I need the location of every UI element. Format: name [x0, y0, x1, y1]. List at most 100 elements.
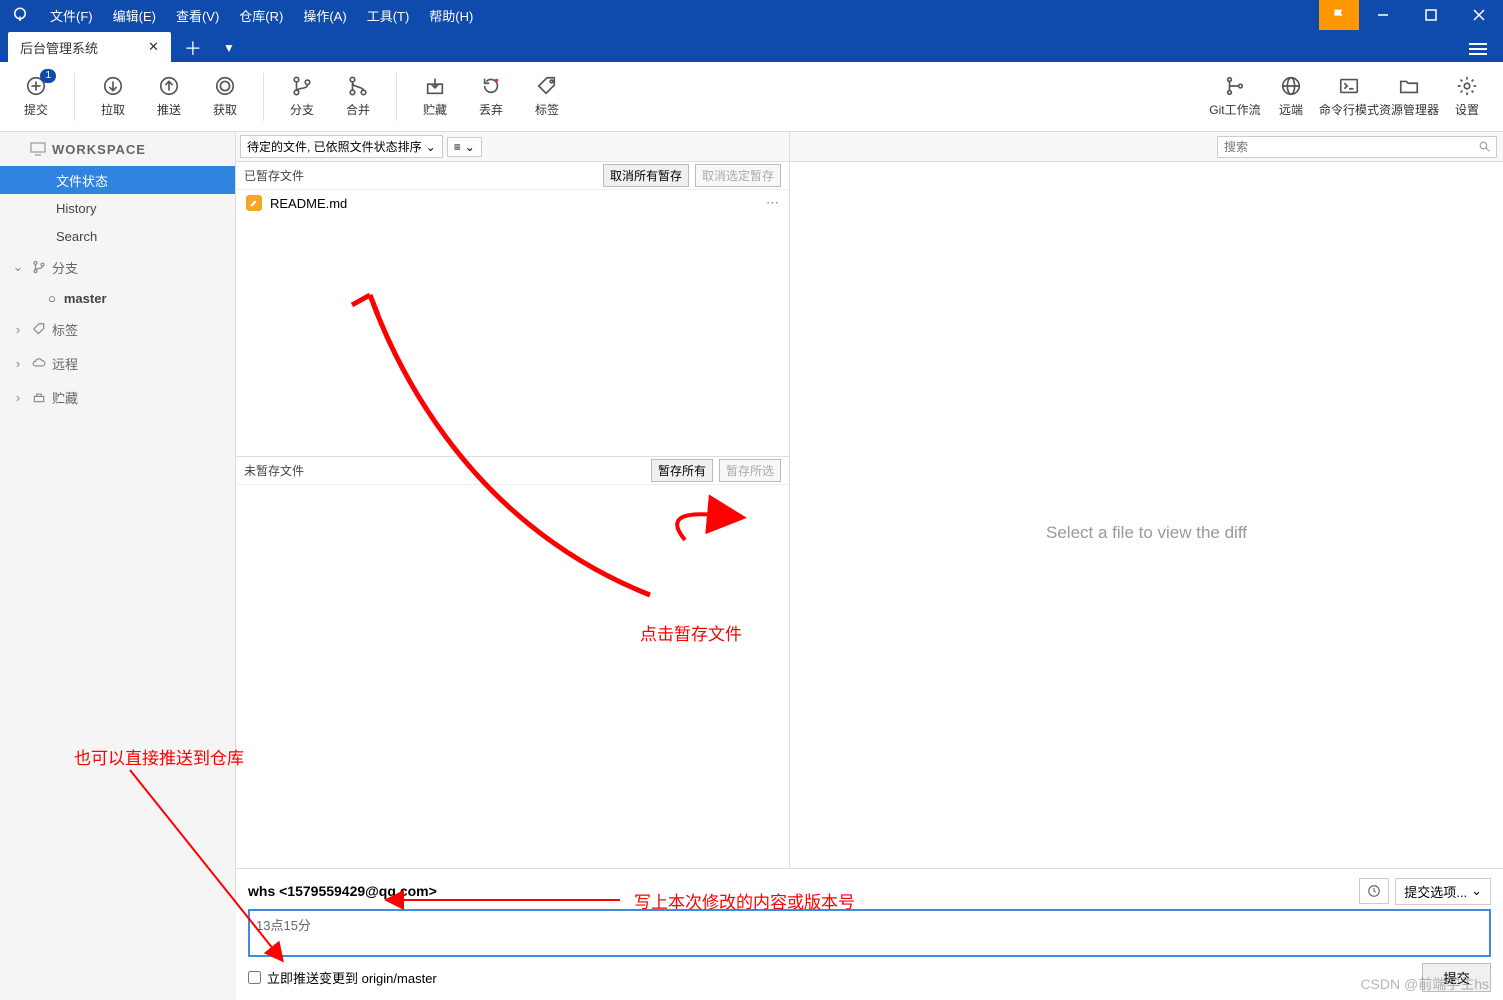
commit-badge: 1: [40, 69, 56, 83]
menu-actions[interactable]: 操作(A): [293, 6, 356, 25]
tab-title: 后台管理系统: [20, 38, 98, 57]
tag-button[interactable]: 标签: [519, 67, 575, 127]
explorer-icon: [1398, 75, 1420, 97]
diff-placeholder: Select a file to view the diff: [790, 162, 1503, 904]
sidebar-search[interactable]: Search: [0, 222, 235, 250]
stash-button[interactable]: 贮藏: [407, 67, 463, 127]
toolbar: 1 提交 拉取 推送 获取 分支 合并 贮藏 丢弃 标签 Git工作流: [0, 62, 1503, 132]
fetch-icon: [214, 75, 236, 97]
commit-author: whs <1579559429@qq.com>: [248, 883, 437, 899]
flag-icon[interactable]: [1319, 0, 1359, 30]
view-mode-combo[interactable]: ≡⌄: [447, 137, 482, 157]
clock-icon: [1367, 884, 1381, 898]
fetch-button[interactable]: 获取: [197, 67, 253, 127]
search-input[interactable]: [1217, 136, 1497, 158]
search-icon: [1478, 140, 1491, 153]
filter-bar: 待定的文件, 已依照文件状态排序⌄ ≡⌄: [236, 132, 789, 162]
menu-repo[interactable]: 仓库(R): [229, 6, 293, 25]
remote-button[interactable]: 远端: [1263, 67, 1319, 127]
push-icon: [158, 75, 180, 97]
list-icon: ≡: [454, 140, 461, 154]
staged-file-list: README.md ⋯: [236, 190, 789, 456]
chevron-down-icon: ⌄: [465, 140, 475, 154]
branch-button[interactable]: 分支: [274, 67, 330, 127]
commit-options-button[interactable]: 提交选项...⌄: [1395, 878, 1491, 905]
maximize-button[interactable]: [1407, 0, 1455, 30]
unstaged-header: 未暂存文件 暂存所有 暂存所选: [236, 457, 789, 485]
add-tab-button[interactable]: ＋: [179, 34, 207, 62]
terminal-button[interactable]: 命令行模式: [1319, 67, 1379, 127]
unstage-selected-button: 取消选定暂存: [695, 164, 781, 187]
commit-area: whs <1579559429@qq.com> 提交选项...⌄ 13点15分 …: [236, 868, 1503, 1000]
terminal-icon: [1338, 75, 1360, 97]
tabbar: 后台管理系统 ✕ ＋ ▼: [0, 30, 1503, 62]
merge-icon: [347, 75, 369, 97]
staged-file-row[interactable]: README.md ⋯: [236, 190, 789, 216]
gitflow-button[interactable]: Git工作流: [1207, 67, 1263, 127]
repo-tab[interactable]: 后台管理系统 ✕: [8, 32, 171, 62]
discard-icon: [480, 75, 502, 97]
push-checkbox[interactable]: [248, 971, 261, 984]
sidebar: WORKSPACE 文件状态 History Search ⌄ 分支 ○ mas…: [0, 132, 236, 904]
merge-button[interactable]: 合并: [330, 67, 386, 127]
sidebar-remote-header[interactable]: › 远程: [0, 346, 235, 380]
settings-icon: [1456, 75, 1478, 97]
app-logo-icon: [0, 6, 40, 24]
unstage-all-button[interactable]: 取消所有暂存: [603, 164, 689, 187]
pull-icon: [102, 75, 124, 97]
tab-dropdown-icon[interactable]: ▼: [215, 34, 243, 62]
branch-icon: [32, 260, 46, 274]
stage-selected-button: 暂存所选: [719, 459, 781, 482]
branch-icon: [291, 75, 313, 97]
monitor-icon: [30, 142, 46, 156]
minimize-button[interactable]: [1359, 0, 1407, 30]
sidebar-workspace-header[interactable]: WORKSPACE: [0, 132, 235, 166]
settings-button[interactable]: 设置: [1439, 67, 1495, 127]
chevron-down-icon: ⌄: [10, 259, 26, 275]
chevron-right-icon: ›: [10, 390, 26, 405]
commit-button[interactable]: 1 提交: [8, 67, 64, 127]
pull-button[interactable]: 拉取: [85, 67, 141, 127]
sidebar-file-status[interactable]: 文件状态: [0, 166, 235, 194]
modified-icon: [246, 195, 262, 211]
close-button[interactable]: [1455, 0, 1503, 30]
tag-icon: [536, 75, 558, 97]
menu-view[interactable]: 查看(V): [166, 6, 229, 25]
discard-button[interactable]: 丢弃: [463, 67, 519, 127]
sidebar-branch-master[interactable]: ○ master: [0, 284, 235, 312]
current-branch-icon: ○: [48, 291, 56, 306]
file-filter-combo[interactable]: 待定的文件, 已依照文件状态排序⌄: [240, 135, 443, 158]
sidebar-tags-header[interactable]: › 标签: [0, 312, 235, 346]
cloud-icon: [32, 356, 46, 370]
unstaged-file-list: [236, 485, 789, 904]
remote-icon: [1280, 75, 1302, 97]
watermark: CSDN @前端学生hs: [1360, 974, 1489, 994]
sidebar-history[interactable]: History: [0, 194, 235, 222]
menu-tools[interactable]: 工具(T): [357, 6, 420, 25]
menubar: 文件(F) 编辑(E) 查看(V) 仓库(R) 操作(A) 工具(T) 帮助(H…: [0, 0, 1503, 30]
file-menu-icon[interactable]: ⋯: [766, 195, 779, 211]
sidebar-stash-header[interactable]: › 贮藏: [0, 380, 235, 414]
stage-all-button[interactable]: 暂存所有: [651, 459, 713, 482]
tag-icon: [32, 322, 46, 336]
chevron-down-icon: ⌄: [426, 140, 436, 154]
menu-edit[interactable]: 编辑(E): [103, 6, 166, 25]
push-button[interactable]: 推送: [141, 67, 197, 127]
close-tab-icon[interactable]: ✕: [148, 39, 159, 55]
gitflow-icon: [1224, 75, 1246, 97]
sidebar-branches-header[interactable]: ⌄ 分支: [0, 250, 235, 284]
stash-icon: [424, 75, 446, 97]
push-checkbox-label: 立即推送变更到 origin/master: [267, 968, 437, 987]
diff-pane: Select a file to view the diff: [790, 132, 1503, 904]
menu-file[interactable]: 文件(F): [40, 6, 103, 25]
history-button[interactable]: [1359, 878, 1389, 904]
explorer-button[interactable]: 资源管理器: [1379, 67, 1439, 127]
chevron-down-icon: ⌄: [1471, 883, 1482, 899]
chevron-right-icon: ›: [10, 322, 26, 337]
hamburger-icon[interactable]: [1463, 36, 1493, 62]
file-panel: 待定的文件, 已依照文件状态排序⌄ ≡⌄ 已暂存文件 取消所有暂存 取消选定暂存…: [236, 132, 790, 904]
menu-help[interactable]: 帮助(H): [419, 6, 483, 25]
commit-message-input[interactable]: 13点15分: [248, 909, 1491, 957]
stash-icon: [32, 390, 46, 404]
chevron-right-icon: ›: [10, 356, 26, 371]
